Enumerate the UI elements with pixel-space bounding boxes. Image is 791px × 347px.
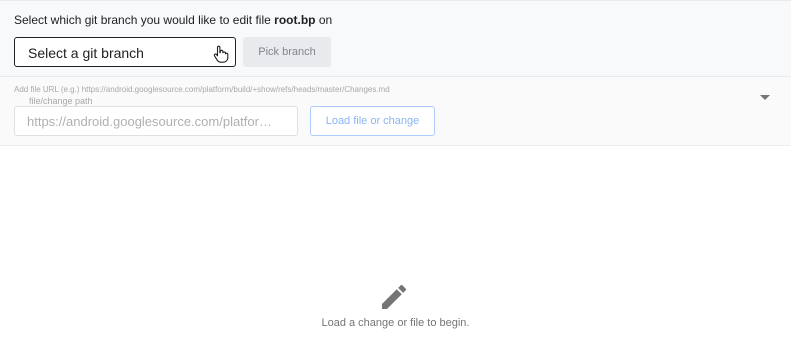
git-branch-select-text: Select a git branch <box>28 45 144 61</box>
file-name: root.bp <box>274 13 316 27</box>
branch-prompt-suffix: on <box>318 13 333 27</box>
branch-prompt-prefix: Select which git branch you would like t… <box>14 13 271 27</box>
pencil-icon <box>378 281 410 318</box>
load-file-button[interactable]: Load file or change <box>310 106 435 136</box>
file-loader-panel: Add file URL (e.g.) https://android.goog… <box>0 77 791 146</box>
file-path-label: file/change path <box>27 96 95 106</box>
pick-branch-button[interactable]: Pick branch <box>243 37 331 67</box>
empty-state: Load a change or file to begin. <box>0 146 791 347</box>
empty-state-message: Load a change or file to begin. <box>321 317 470 329</box>
git-branch-select[interactable]: Select a git branch <box>14 37 236 67</box>
branch-prompt: Select which git branch you would like t… <box>14 13 332 27</box>
chevron-down-icon[interactable] <box>760 88 770 106</box>
file-path-input[interactable] <box>14 106 298 136</box>
file-url-hint: Add file URL (e.g.) https://android.goog… <box>14 85 390 94</box>
branch-picker-panel: Select which git branch you would like t… <box>0 0 791 77</box>
hand-cursor-icon <box>211 44 231 69</box>
